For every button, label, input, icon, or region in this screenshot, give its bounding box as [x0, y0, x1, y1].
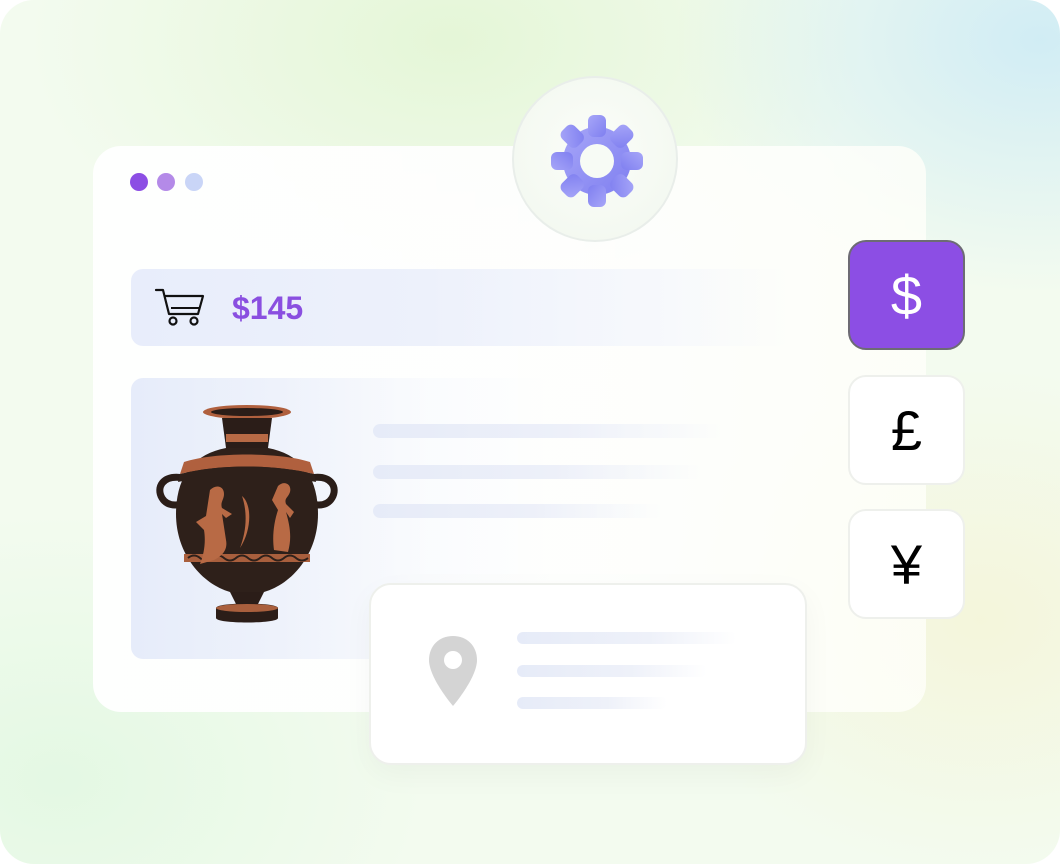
gear-icon [551, 115, 643, 207]
product-description-placeholder [373, 465, 703, 479]
address-line-3-placeholder [517, 697, 667, 709]
shopping-cart-icon[interactable] [154, 287, 206, 327]
currency-usd-symbol: $ [890, 263, 923, 327]
product-meta-placeholder [373, 504, 663, 518]
window-dot-3 [185, 173, 203, 191]
cart-total-price: $145 [232, 290, 304, 326]
illustration-canvas: $145 $ £ ¥ [0, 0, 1060, 864]
settings-badge[interactable] [512, 76, 678, 242]
currency-gbp-button[interactable]: £ [848, 375, 965, 485]
greek-vase-image [156, 405, 338, 623]
product-title-placeholder [373, 424, 723, 438]
address-line-1-placeholder [517, 632, 737, 644]
currency-usd-button[interactable]: $ [848, 240, 965, 350]
window-dot-2 [157, 173, 175, 191]
cart-summary-bar [131, 269, 791, 346]
map-pin-icon [429, 636, 477, 706]
window-dot-1 [130, 173, 148, 191]
currency-gbp-symbol: £ [890, 398, 923, 462]
address-line-2-placeholder [517, 665, 707, 677]
currency-jpy-button[interactable]: ¥ [848, 509, 965, 619]
currency-jpy-symbol: ¥ [890, 532, 923, 596]
